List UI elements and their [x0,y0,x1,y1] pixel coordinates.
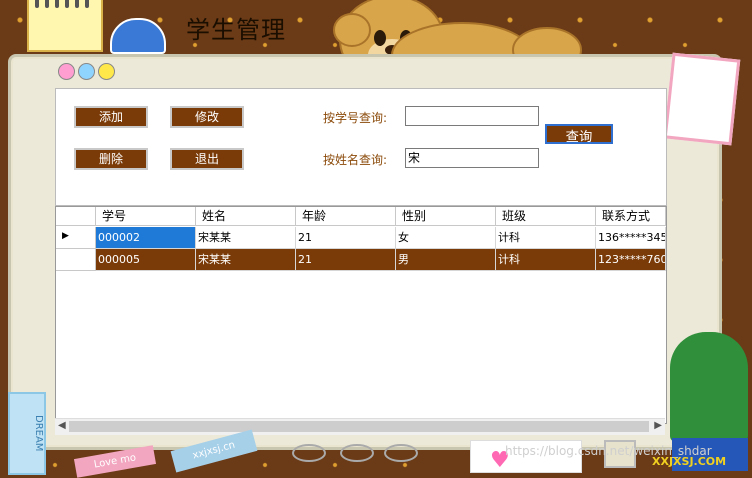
cell-id[interactable]: 000002 [96,227,196,249]
column-header-name[interactable]: 姓名 [196,207,296,226]
love-sticker: Love mo [73,445,157,478]
column-header-age[interactable]: 年龄 [296,207,396,226]
query-button[interactable]: 查询 [544,123,614,145]
current-row-arrow-icon: ▶ [62,231,69,241]
dream-sticker: DREAM [8,392,46,475]
cell-age[interactable]: 21 [296,227,396,249]
scroll-left-icon[interactable]: ◀ [58,420,66,431]
scrollbar-thumb[interactable] [69,421,649,432]
memo-note-decoration [663,52,741,146]
site-logo: XXJXSJ.COM [652,455,727,468]
column-header-class[interactable]: 班级 [496,207,596,226]
page-title: 学生管理 [186,16,286,44]
notepad-decoration [27,0,103,52]
cell-contact[interactable]: 123*****760 [596,249,666,271]
student-name-search-input[interactable] [405,148,539,168]
cactus-decoration [670,332,748,442]
row-header[interactable] [56,249,96,271]
blue-smiley-icon [78,63,95,80]
exit-button[interactable]: 退出 [170,148,244,170]
middle-oval-icon [340,444,374,462]
student-id-search-input[interactable] [405,106,539,126]
cell-age[interactable]: 21 [296,249,396,271]
search-by-id-label: 按学号查询: [323,111,388,125]
horizontal-scrollbar[interactable]: ◀ ▶ [55,418,665,435]
column-header-gender[interactable]: 性别 [396,207,496,226]
column-header-id[interactable]: 学号 [96,207,196,226]
search-by-name-label: 按姓名查询: [323,153,388,167]
scroll-right-icon[interactable]: ▶ [654,420,662,431]
smiley-decoration [58,63,118,83]
prev-oval-icon [292,444,326,462]
cell-name[interactable]: 宋某某 [196,227,296,249]
table-row[interactable]: 000005 宋某某 21 男 计科 123*****760 [56,249,666,271]
yellow-smiley-icon [98,63,115,80]
pink-smiley-icon [58,63,75,80]
cell-name[interactable]: 宋某某 [196,249,296,271]
panel-strip [55,183,667,206]
row-header[interactable]: ▶ [56,227,96,249]
add-button[interactable]: 添加 [74,106,148,128]
cell-class[interactable]: 计科 [496,227,596,249]
student-data-grid[interactable]: 学号 姓名 年龄 性别 班级 联系方式 ▶ 000002 宋某某 21 女 计科… [55,206,667,424]
cell-contact[interactable]: 136*****345 [596,227,666,249]
row-header-corner [56,207,96,226]
column-header-contact[interactable]: 联系方式 [596,207,666,226]
globe-decoration [110,18,166,54]
delete-button[interactable]: 删除 [74,148,148,170]
table-row[interactable]: ▶ 000002 宋某某 21 女 计科 136*****345 [56,227,666,249]
cell-gender[interactable]: 男 [396,249,496,271]
cell-gender[interactable]: 女 [396,227,496,249]
cell-id[interactable]: 000005 [96,249,196,271]
cell-class[interactable]: 计科 [496,249,596,271]
next-oval-icon [384,444,418,462]
edit-button[interactable]: 修改 [170,106,244,128]
